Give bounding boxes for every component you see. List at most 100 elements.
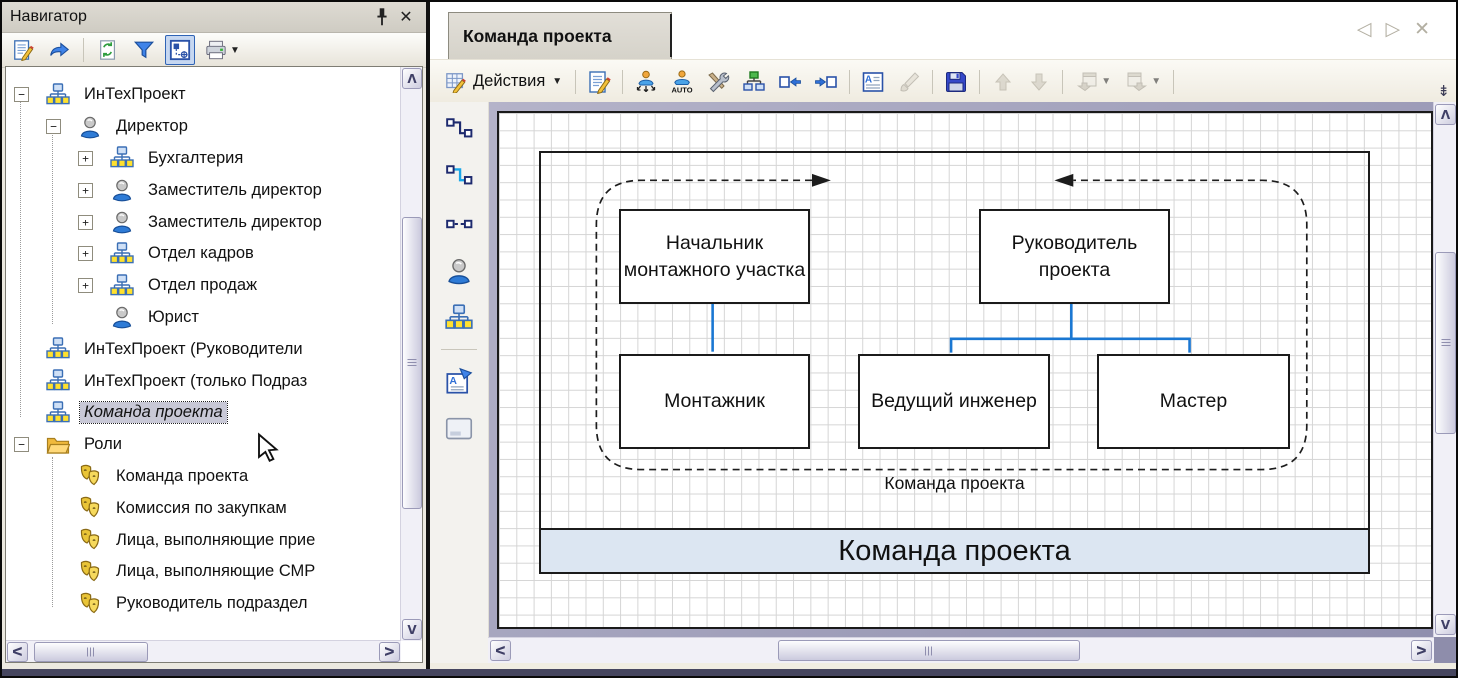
connector-blue-icon[interactable] [442,161,476,193]
stencil-palette: A [430,102,489,637]
insert-after-button[interactable] [810,66,842,98]
diagram-page[interactable]: Начальник монтажного участка Руководител… [497,111,1433,629]
editor-tabbar: Команда проекта ◁ ▷ ✕ [430,2,1456,60]
tree-item[interactable]: − ИнТехПроект [6,79,401,111]
tree-item[interactable]: + Отдел продаж [6,270,401,302]
tree-item[interactable]: +Лица, выполняющие прие [6,524,401,556]
scroll-left-button[interactable]: ᐸ [7,642,28,662]
pin-icon[interactable] [370,5,394,29]
diagram-title-bar[interactable]: Команда проекта [539,528,1370,574]
role-mask-icon [78,592,103,616]
scroll-thumb[interactable] [1435,252,1456,434]
canvas-vertical-scrollbar[interactable]: ᐱ ᐯ [1433,102,1456,637]
tree-item-selected[interactable]: +Команда проекта [6,397,401,429]
move-up-button[interactable] [987,66,1019,98]
text-block-icon: A [861,70,885,94]
org-box-nachalnik[interactable]: Начальник монтажного участка [619,209,810,304]
tree-item[interactable]: +Руководитель подраздел [6,588,401,620]
orgchart-assign-button[interactable] [738,66,770,98]
connector-dashed-icon[interactable] [442,208,476,240]
scroll-thumb[interactable] [778,640,1080,661]
expand-toggle[interactable]: + [78,182,93,198]
collapse-toggle[interactable]: − [46,119,61,135]
tab-komanda-proekta[interactable]: Команда проекта [448,12,672,60]
redo-icon [47,38,71,62]
scroll-thumb[interactable] [402,217,422,509]
canvas-horizontal-scrollbar[interactable]: ᐸ ᐳ [488,637,1434,663]
close-icon[interactable]: ✕ [394,5,418,29]
actions-button[interactable]: Действия ▼ [438,68,568,96]
print-button[interactable]: ▼ [201,35,243,65]
collapse-toggle[interactable]: − [14,87,29,103]
org-box-montazhnik[interactable]: Монтажник [619,354,810,449]
edit-button[interactable] [583,66,615,98]
application-window: Навигатор ✕ ▼ − ИнТехПроект − Директор + Бу… [0,0,1458,678]
tree-item[interactable]: + Заместитель директор [6,174,401,206]
tree-item[interactable]: +Юрист [6,302,401,334]
tree-item[interactable]: + Бухгалтерия [6,143,401,175]
tree-item[interactable]: + Заместитель директор [6,206,401,238]
actions-grid-icon [444,70,468,94]
tree-item[interactable]: − Роли [6,429,401,461]
scroll-up-button[interactable]: ᐱ [1435,104,1456,125]
tree-item[interactable]: +Команда проекта [6,461,401,493]
move-down-icon [1027,70,1051,94]
import-window-button[interactable]: ▼ [1070,66,1116,98]
scroll-right-button[interactable]: ᐳ [1411,640,1432,661]
collapse-toggle[interactable]: − [14,437,29,453]
tree-item[interactable]: +Комиссия по закупкам [6,492,401,524]
edit-button[interactable] [8,35,38,65]
expand-toggle[interactable]: + [78,214,93,230]
sync-window-icon [168,38,192,62]
connector-dark-icon[interactable] [442,114,476,146]
position-person-icon[interactable] [442,255,476,287]
tree-vertical-scrollbar[interactable]: ᐱ ᐯ [400,67,422,641]
expand-toggle[interactable]: + [78,150,93,166]
frame-title-icon[interactable] [442,412,476,444]
role-mask-icon [78,528,103,552]
tree-horizontal-scrollbar[interactable]: ᐸ ᐳ [6,640,401,662]
tree-item[interactable]: +ИнТехПроект (Руководители [6,333,401,365]
scroll-up-button[interactable]: ᐱ [402,68,422,89]
folder-icon [46,433,71,457]
org-box-rukovoditel[interactable]: Руководитель проекта [979,209,1170,304]
layout-subordinates-button[interactable] [630,66,662,98]
text-callout-icon[interactable]: A [442,365,476,397]
toolbar-overflow-icon[interactable]: ⇟ [1437,82,1450,100]
settings-tools-button[interactable] [702,66,734,98]
tree-item[interactable]: +ИнТехПроект (только Подраз [6,365,401,397]
tree-item[interactable]: + Отдел кадров [6,238,401,270]
auto-layout-button[interactable]: AUTO [666,66,698,98]
redo-button[interactable] [44,35,74,65]
expand-toggle[interactable]: + [78,278,93,294]
expand-toggle[interactable]: + [78,246,93,262]
move-down-button[interactable] [1023,66,1055,98]
insert-before-button[interactable] [774,66,806,98]
filter-button[interactable] [129,35,159,65]
department-orgchart-icon[interactable] [442,302,476,334]
filter-icon [132,38,156,62]
close-tab-icon[interactable]: ✕ [1414,18,1430,41]
export-window-icon [1125,70,1149,94]
export-window-button[interactable]: ▼ [1120,66,1166,98]
org-box-vedushchiy[interactable]: Ведущий инженер [858,354,1050,449]
scroll-thumb[interactable] [34,642,148,662]
prev-tab-icon[interactable]: ◁ [1357,18,1372,41]
refresh-icon [96,38,120,62]
sync-window-button[interactable] [165,35,195,65]
text-block-button[interactable]: A [857,66,889,98]
scroll-down-button[interactable]: ᐯ [402,619,422,640]
org-box-master[interactable]: Мастер [1097,354,1290,449]
scroll-right-button[interactable]: ᐳ [379,642,400,662]
refresh-button[interactable] [93,35,123,65]
scroll-down-button[interactable]: ᐯ [1435,614,1456,635]
format-brush-button[interactable] [893,66,925,98]
diagram-canvas[interactable]: Начальник монтажного участка Руководител… [489,102,1433,637]
save-button[interactable] [940,66,972,98]
next-tab-icon[interactable]: ▷ [1385,18,1400,41]
tree-item[interactable]: +Лица, выполняющие СМР [6,556,401,588]
orgchart-icon [46,369,71,393]
scroll-left-button[interactable]: ᐸ [490,640,511,661]
tree-item[interactable]: − Директор [6,111,401,143]
separator [83,38,84,62]
